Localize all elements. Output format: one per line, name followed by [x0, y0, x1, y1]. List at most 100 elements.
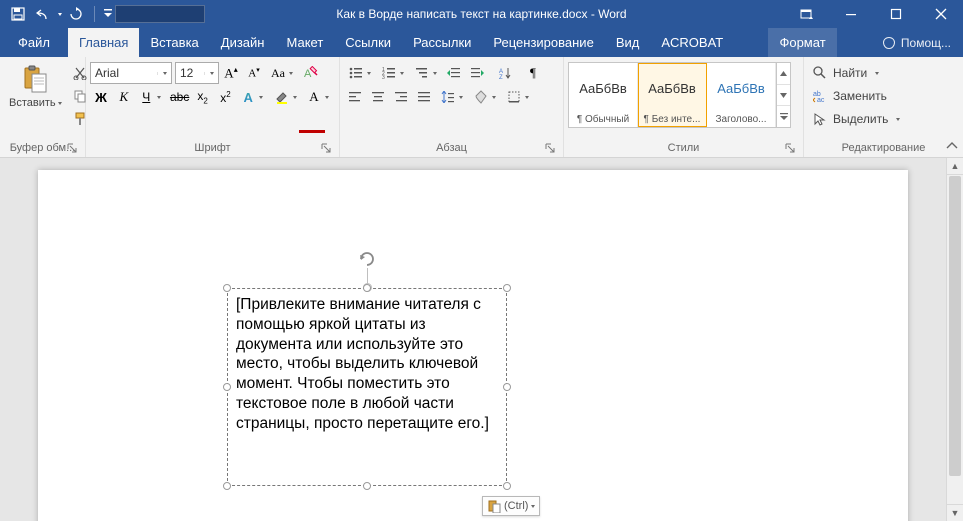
tell-me-search[interactable]: Помощ...: [871, 28, 963, 57]
line-spacing-button[interactable]: [436, 86, 468, 108]
numbering-button[interactable]: 123: [377, 62, 409, 84]
chevron-down-icon: [896, 118, 900, 121]
style-no-spacing[interactable]: АаБбВв ¶ Без инте...: [638, 63, 707, 127]
page[interactable]: [Привлеките внимание читателя с помощью …: [38, 170, 908, 521]
group-styles: АаБбВв ¶ Обычный АаБбВв ¶ Без инте... Аа…: [564, 57, 804, 157]
tab-insert[interactable]: Вставка: [139, 28, 209, 57]
select-button[interactable]: Выделить: [808, 108, 959, 130]
justify-button[interactable]: [413, 86, 435, 108]
find-button[interactable]: Найти: [808, 62, 959, 84]
borders-button[interactable]: [502, 86, 534, 108]
resize-handle-b[interactable]: [363, 482, 371, 490]
superscript-button[interactable]: x2: [215, 86, 237, 108]
align-left-button[interactable]: [344, 86, 366, 108]
styles-dialog-launcher[interactable]: [783, 141, 797, 155]
undo-button[interactable]: [32, 2, 56, 26]
tab-file[interactable]: Файл: [0, 28, 68, 57]
chevron-down-icon: [58, 102, 62, 105]
account-area[interactable]: [115, 5, 205, 23]
tab-design[interactable]: Дизайн: [210, 28, 276, 57]
scroll-down-button[interactable]: ▼: [947, 504, 963, 521]
font-dialog-launcher[interactable]: [319, 141, 333, 155]
window-title: Как в Ворде написать текст на картинке.d…: [336, 7, 626, 21]
resize-handle-bl[interactable]: [223, 482, 231, 490]
ribbon: Вставить Буфер обм... Arial 12: [0, 57, 963, 158]
tab-mailings[interactable]: Рассылки: [402, 28, 482, 57]
resize-handle-tr[interactable]: [503, 284, 511, 292]
document-scroll[interactable]: [Привлеките внимание читателя с помощью …: [0, 158, 946, 521]
clipboard-dialog-launcher[interactable]: [65, 141, 79, 155]
vertical-scrollbar[interactable]: ▲ ▼: [946, 158, 963, 521]
resize-handle-t[interactable]: [363, 284, 371, 292]
save-button[interactable]: [6, 2, 30, 26]
tab-review[interactable]: Рецензирование: [482, 28, 604, 57]
gallery-up-button[interactable]: [777, 63, 790, 85]
decrease-indent-button[interactable]: [443, 62, 465, 84]
shrink-font-button[interactable]: A▾: [243, 62, 265, 84]
bullets-button[interactable]: [344, 62, 376, 84]
paste-button[interactable]: Вставить: [4, 60, 67, 140]
tab-references[interactable]: Ссылки: [334, 28, 402, 57]
style-name-label: ¶ Без инте...: [638, 114, 706, 127]
underline-button[interactable]: Ч: [136, 86, 168, 108]
redo-button[interactable]: [64, 2, 88, 26]
resize-handle-l[interactable]: [223, 383, 231, 391]
ribbon-options-button[interactable]: [783, 0, 828, 28]
replace-label: Заменить: [833, 89, 887, 103]
align-center-button[interactable]: [367, 86, 389, 108]
qat-customize-button[interactable]: [101, 2, 115, 26]
grow-font-button[interactable]: A▴: [220, 62, 242, 84]
paste-options-smart-tag[interactable]: (Ctrl): [482, 496, 540, 516]
replace-button[interactable]: abac Заменить: [808, 85, 959, 107]
paragraph-dialog-launcher[interactable]: [543, 141, 557, 155]
resize-handle-tl[interactable]: [223, 284, 231, 292]
tab-layout[interactable]: Макет: [275, 28, 334, 57]
sort-button[interactable]: AZ: [489, 62, 521, 84]
scroll-thumb[interactable]: [949, 176, 961, 476]
change-case-button[interactable]: Aa: [266, 62, 298, 84]
gallery-more-button[interactable]: [777, 106, 790, 127]
style-name-label: Заголово...: [707, 114, 775, 127]
tab-format[interactable]: Формат: [768, 28, 836, 57]
increase-indent-button[interactable]: [466, 62, 488, 84]
font-size-combo[interactable]: 12: [175, 62, 219, 84]
resize-handle-br[interactable]: [503, 482, 511, 490]
text-effects-button[interactable]: A: [237, 86, 269, 108]
italic-button[interactable]: К: [113, 86, 135, 108]
paste-icon: [19, 63, 51, 95]
undo-dropdown-icon[interactable]: [58, 13, 62, 16]
multilevel-list-button[interactable]: [410, 62, 442, 84]
highlight-button[interactable]: [270, 86, 302, 108]
styles-gallery: АаБбВв ¶ Обычный АаБбВв ¶ Без инте... Аа…: [568, 62, 791, 128]
align-right-button[interactable]: [390, 86, 412, 108]
font-color-button[interactable]: A: [303, 86, 335, 108]
show-marks-button[interactable]: ¶: [522, 62, 544, 84]
text-box-content[interactable]: [Привлеките внимание читателя с помощью …: [236, 295, 498, 434]
minimize-button[interactable]: [828, 0, 873, 28]
close-button[interactable]: [918, 0, 963, 28]
text-box[interactable]: [Привлеките внимание читателя с помощью …: [227, 288, 507, 486]
paste-label: Вставить: [9, 97, 56, 109]
scroll-up-button[interactable]: ▲: [947, 158, 963, 175]
collapse-ribbon-button[interactable]: [943, 137, 961, 155]
bold-button[interactable]: Ж: [90, 86, 112, 108]
group-paragraph: 123 AZ ¶ Абзац: [340, 57, 564, 157]
subscript-button[interactable]: x2: [192, 86, 214, 108]
clear-formatting-button[interactable]: A: [299, 62, 321, 84]
shading-button[interactable]: [469, 86, 501, 108]
style-heading1[interactable]: АаБбВв Заголово...: [707, 63, 776, 127]
tab-view[interactable]: Вид: [605, 28, 651, 57]
chevron-down-icon: [210, 72, 214, 75]
maximize-button[interactable]: [873, 0, 918, 28]
font-color-swatch: [299, 130, 325, 133]
chevron-down-icon: [163, 72, 167, 75]
tab-home[interactable]: Главная: [68, 28, 139, 57]
font-name-combo[interactable]: Arial: [90, 62, 172, 84]
strikethrough-button[interactable]: abc: [169, 86, 191, 108]
style-normal[interactable]: АаБбВв ¶ Обычный: [569, 63, 638, 127]
resize-handle-r[interactable]: [503, 383, 511, 391]
chevron-down-icon: [531, 505, 535, 508]
rotate-handle-icon[interactable]: [357, 249, 377, 269]
gallery-down-button[interactable]: [777, 85, 790, 107]
tab-acrobat[interactable]: ACROBAT: [650, 28, 734, 57]
